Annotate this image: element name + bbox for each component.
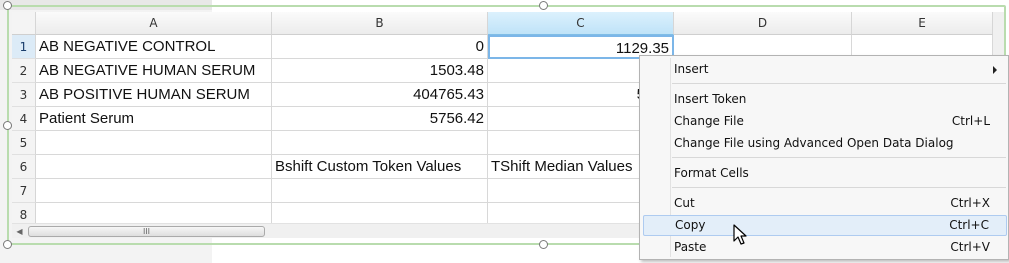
menu-item-format-cells-label: Format Cells	[674, 166, 749, 180]
menu-item-cut-label: Cut	[674, 196, 695, 210]
menu-item-change-file-shortcut: Ctrl+L	[951, 114, 990, 128]
menu-item-paste-label: Paste	[674, 240, 707, 254]
menu-item-copy-shortcut: Ctrl+C	[949, 218, 989, 232]
menu-separator	[672, 83, 1006, 84]
menu-separator	[672, 157, 1006, 158]
mouse-pointer-icon	[733, 224, 747, 245]
resize-handle-top[interactable]	[539, 1, 548, 10]
menu-item-change-file[interactable]: Change File Ctrl+L	[643, 111, 1007, 132]
resize-handle-top-left[interactable]	[3, 1, 12, 10]
menu-item-copy[interactable]: Copy Ctrl+C	[643, 215, 1007, 236]
menu-item-paste[interactable]: Paste Ctrl+V	[643, 237, 1007, 258]
resize-handle-bottom[interactable]	[539, 240, 548, 249]
menu-item-insert-label: Insert	[674, 62, 709, 76]
menu-item-copy-label: Copy	[675, 218, 706, 232]
menu-item-cut-shortcut: Ctrl+X	[950, 196, 990, 210]
menu-item-change-file-advanced-label: Change File using Advanced Open Data Dia…	[674, 136, 954, 150]
menu-item-change-file-advanced[interactable]: Change File using Advanced Open Data Dia…	[643, 133, 1007, 154]
menu-separator	[672, 187, 1006, 188]
menu-item-paste-shortcut: Ctrl+V	[950, 240, 990, 254]
menu-item-cut[interactable]: Cut Ctrl+X	[643, 193, 1007, 214]
resize-handle-left[interactable]	[3, 121, 12, 130]
menu-item-insert-token-label: Insert Token	[674, 92, 747, 106]
menu-item-insert[interactable]: Insert	[643, 59, 1007, 80]
resize-handle-bottom-left[interactable]	[3, 240, 12, 249]
menu-item-change-file-label: Change File	[674, 114, 744, 128]
menu-item-format-cells[interactable]: Format Cells	[643, 163, 1007, 184]
submenu-arrow-icon	[993, 66, 997, 74]
menu-item-insert-token[interactable]: Insert Token	[643, 89, 1007, 110]
context-menu[interactable]: Insert Insert Token Change File Ctrl+L C…	[639, 55, 1009, 260]
